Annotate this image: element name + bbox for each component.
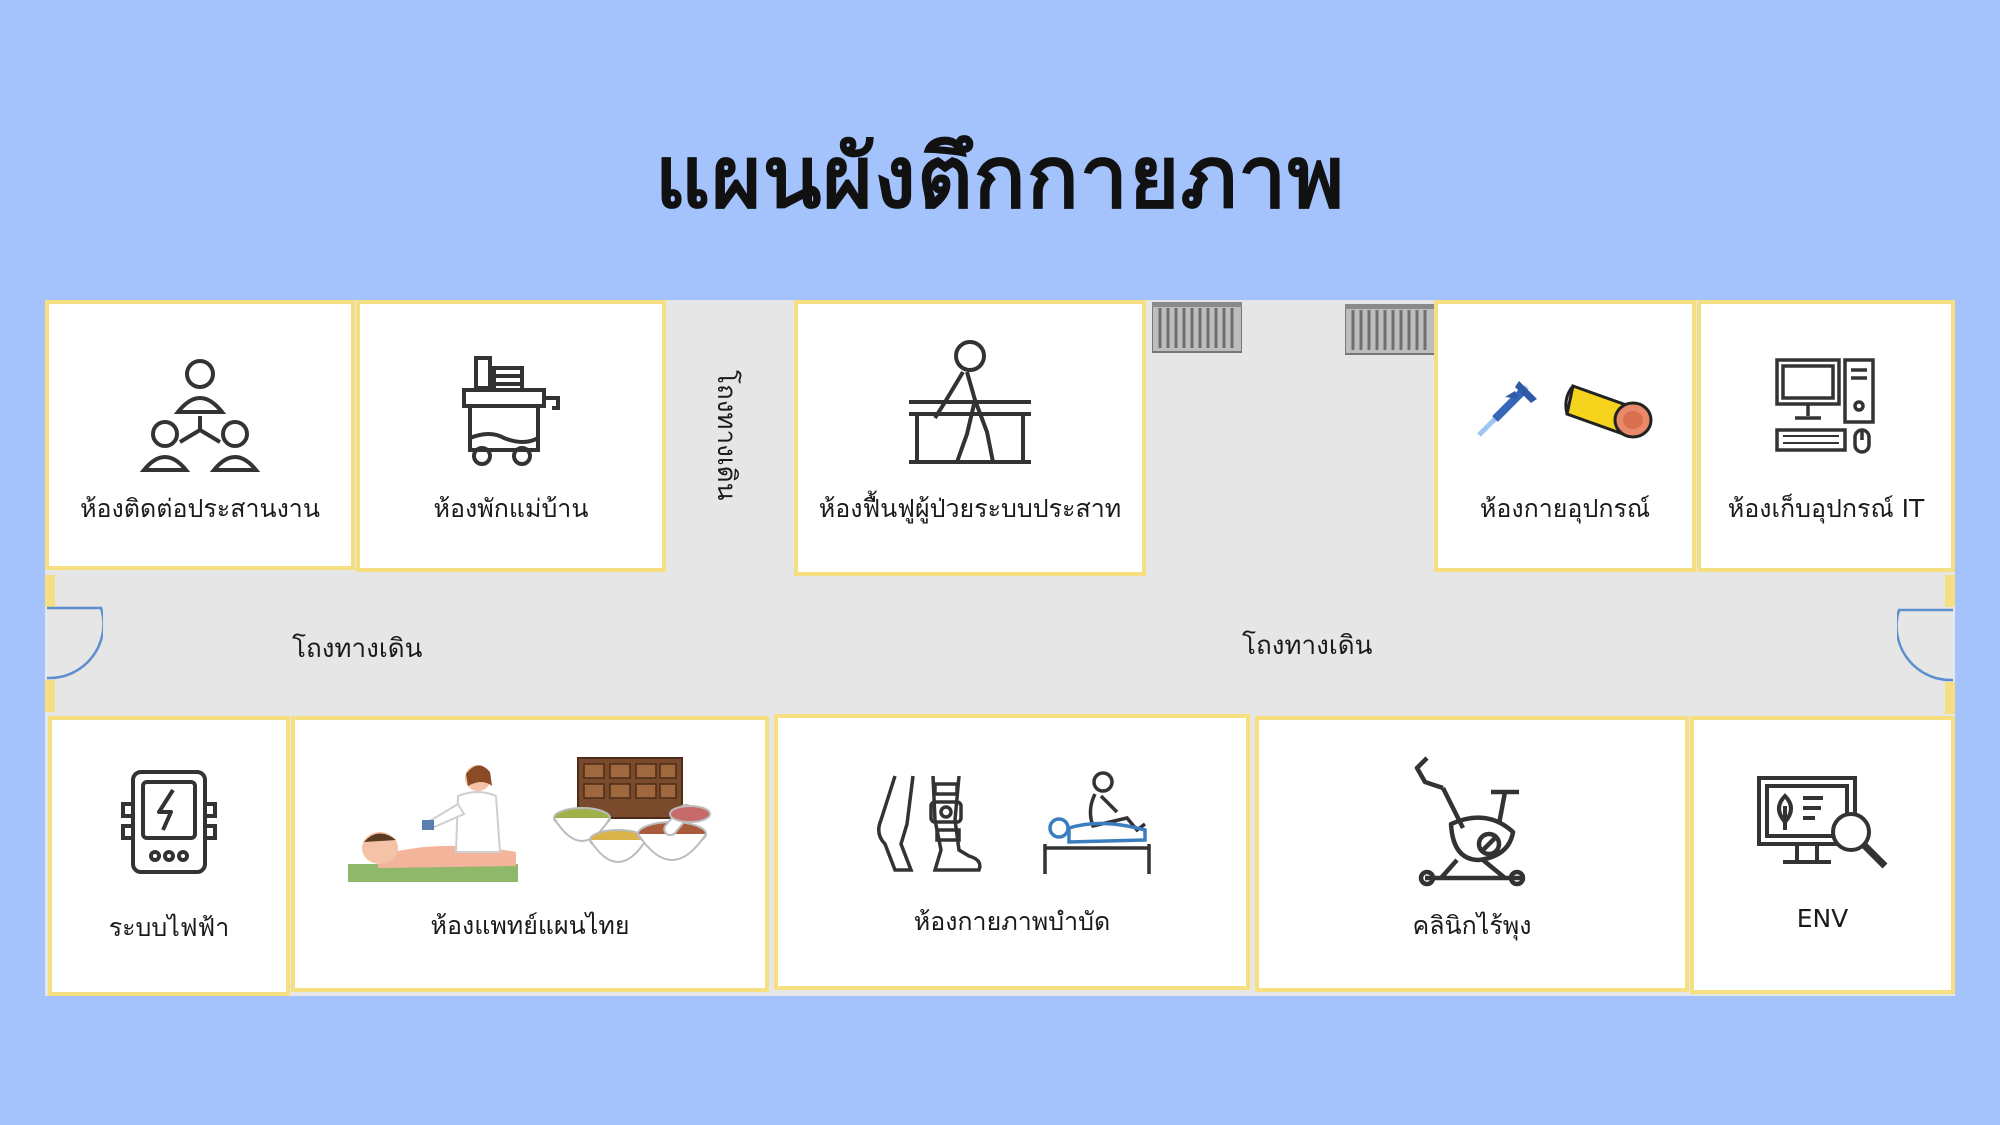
door-frame [45,575,55,607]
corridor-label-vertical: โถงทางเดิน [711,370,741,501]
caliper-icon [1477,381,1537,437]
room-label: ห้องกายอุปกรณ์ [1479,494,1651,523]
exercise-bike-icon [1414,756,1526,887]
room-label: ENV [1796,904,1849,933]
room-label: ระบบไฟฟ้า [108,913,230,942]
door-frame [45,680,55,712]
room-env[interactable]: ENV [1690,716,1955,994]
room-weight-clinic[interactable]: คลินิกไร้พุง [1255,716,1689,992]
parallel-bars-walking-icon [909,340,1031,464]
knee-brace-icon [877,775,982,872]
corridor-label-right: โถงทางเดิน [1242,631,1373,661]
herbal-medicine-icon [553,757,711,863]
physiotherapy-treatment-icon [1043,771,1151,874]
room-electrical[interactable]: ระบบไฟฟ้า [48,716,290,996]
door-right-icon [1897,608,1954,682]
room-label: คลินิกไร้พุง [1412,911,1532,940]
page-title: แผนผังตึกกายภาพ [654,128,1346,228]
stairs-icon [1152,302,1242,353]
room-it-storage[interactable]: ห้องเก็บอุปกรณ์ IT [1697,300,1955,572]
room-neuro-rehab[interactable]: ห้องฟื้นฟูผู้ป่วยระบบประสาท [794,300,1146,576]
door-frame [1945,682,1955,714]
desktop-computer-icon [1775,358,1875,454]
room-coordination[interactable]: ห้องติดต่อประสานงาน [45,300,355,570]
room-physiotherapy[interactable]: ห้องกายภาพบำบัด [774,714,1250,990]
cleaning-cart-icon [462,356,560,466]
room-label: ห้องติดต่อประสานงาน [80,494,320,523]
exercise-mat-icon [1564,384,1653,439]
stairs-icon [1345,304,1435,355]
room-label: ห้องกายภาพบำบัด [913,907,1111,936]
room-thai-medicine[interactable]: ห้องแพทย์แผนไทย [291,716,769,992]
thai-massage-icon [348,765,518,882]
door-frame [1945,575,1955,607]
electrical-panel-icon [121,770,217,874]
room-label: ห้องเก็บอุปกรณ์ IT [1727,494,1925,523]
door-left-icon [46,606,103,680]
team-network-icon [140,359,260,472]
room-housekeeping[interactable]: ห้องพักแม่บ้าน [356,300,666,572]
room-label: ห้องฟื้นฟูผู้ป่วยระบบประสาท [818,494,1122,523]
room-label: ห้องแพทย์แผนไทย [430,911,630,940]
environment-report-icon [1756,776,1887,869]
room-label: ห้องพักแม่บ้าน [433,494,589,523]
corridor-label-left: โถงทางเดิน [292,634,423,664]
room-orthotics[interactable]: ห้องกายอุปกรณ์ [1434,300,1696,572]
